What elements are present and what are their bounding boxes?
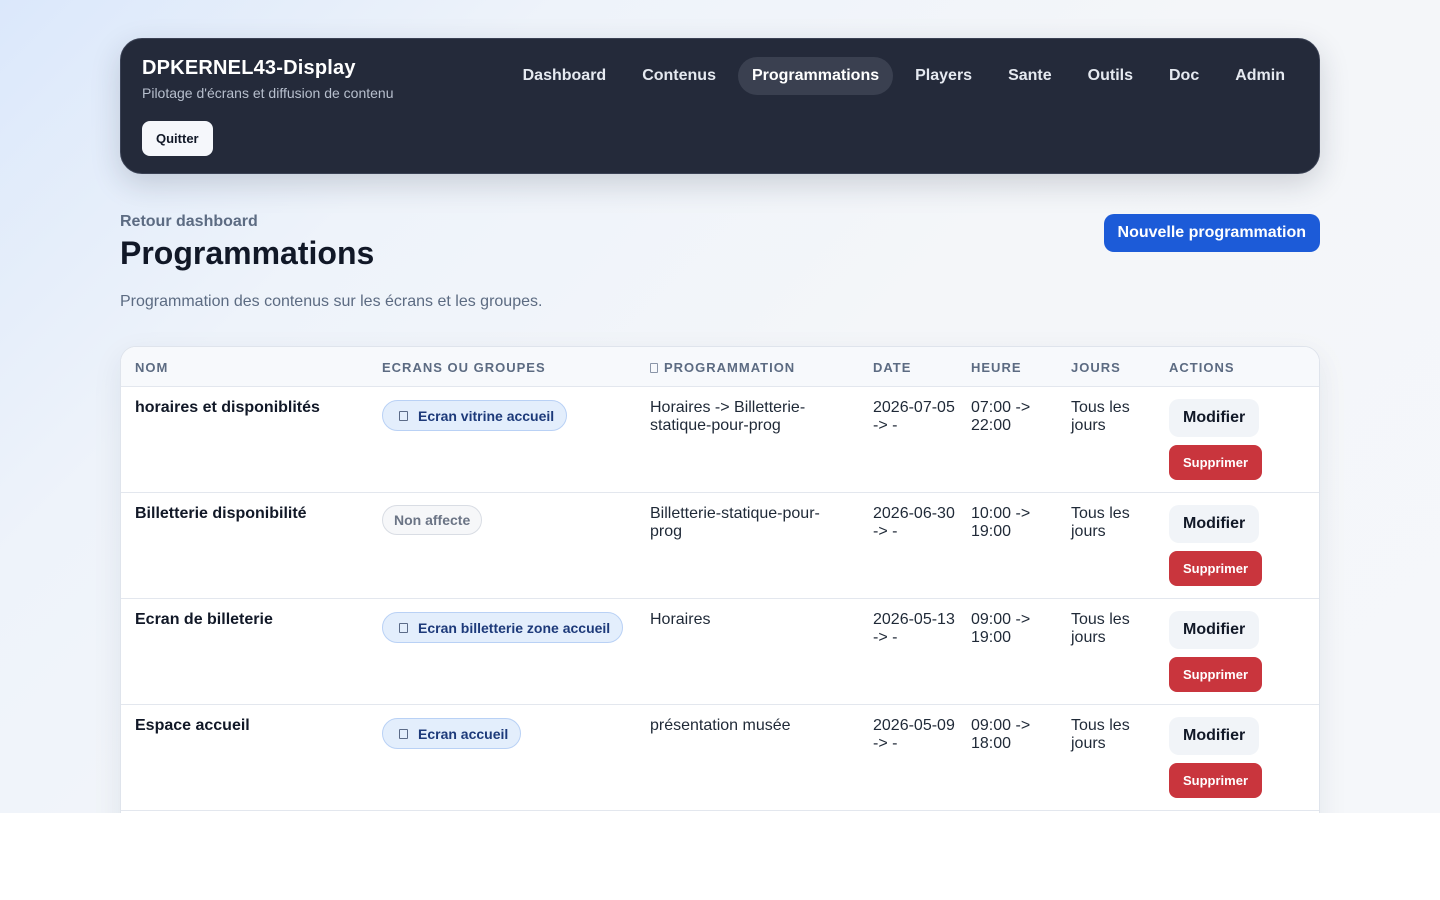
table-row: Billetterie disponibilité Non affecte Bi… [121, 493, 1319, 599]
date-cell: 2026-05-09 -> - [873, 717, 955, 752]
target-badge[interactable]: Ecran vitrine accueil [382, 400, 568, 431]
target-badge-unassigned: Non affecte [382, 505, 483, 535]
page-title: Programmations [120, 235, 375, 271]
table-row: Espace accueil Ecran accueil présentatio… [121, 705, 1319, 811]
nav-item-programmations[interactable]: Programmations [737, 57, 894, 95]
nav-item-doc[interactable]: Doc [1155, 57, 1213, 95]
days-cell: Tous les jours [1071, 717, 1130, 752]
modify-button[interactable]: Modifier [1169, 505, 1260, 543]
date-cell: 2026-07-05 -> - [873, 399, 955, 434]
table-header: NOM ECRANS OU GROUPES PROGRAMMATION DATE… [121, 347, 1319, 387]
column-header-actions: ACTIONS [1169, 360, 1235, 375]
nav-item-admin[interactable]: Admin [1221, 57, 1299, 95]
nav-item-sante[interactable]: Sante [994, 57, 1066, 95]
days-cell: Tous les jours [1071, 505, 1130, 540]
nav-item-outils[interactable]: Outils [1074, 57, 1147, 95]
delete-button[interactable]: Supprimer [1169, 657, 1263, 692]
schedule-name: Billetterie disponibilité [135, 505, 307, 522]
column-header-targets: ECRANS OU GROUPES [382, 360, 546, 375]
program-cell: Horaires -> Billetterie-statique-pour-pr… [650, 399, 806, 434]
table-row: Ecran de billeterie Ecran billetterie zo… [121, 599, 1319, 705]
brand-title: DPKERNEL43-Display [142, 57, 356, 79]
column-header-program-label: PROGRAMMATION [664, 360, 796, 375]
column-header-date: DATE [873, 360, 912, 375]
main-nav: Dashboard Contenus Programmations Player… [509, 57, 1299, 95]
page-description: Programmation des contenus sur les écran… [120, 293, 543, 310]
nav-item-dashboard[interactable]: Dashboard [509, 57, 621, 95]
top-navigation-bar: DPKERNEL43-Display Pilotage d'écrans et … [120, 38, 1320, 174]
days-cell: Tous les jours [1071, 611, 1130, 646]
target-label: Ecran accueil [418, 725, 509, 742]
delete-button[interactable]: Supprimer [1169, 551, 1263, 586]
target-label: Ecran billetterie zone accueil [418, 619, 611, 636]
time-cell: 09:00 -> 18:00 [971, 717, 1031, 752]
screen-icon [399, 410, 408, 421]
target-badge[interactable]: Ecran billetterie zone accueil [382, 612, 624, 643]
new-schedule-button[interactable]: Nouvelle programmation [1103, 214, 1320, 252]
schedules-table: NOM ECRANS OU GROUPES PROGRAMMATION DATE… [120, 346, 1320, 813]
modify-button[interactable]: Modifier [1169, 399, 1260, 437]
program-cell: présentation musée [650, 717, 791, 734]
table-row: horaires et disponiblités Ecran vitrine … [121, 387, 1319, 493]
delete-button[interactable]: Supprimer [1169, 763, 1263, 798]
schedule-name: horaires et disponiblités [135, 399, 320, 416]
delete-button[interactable]: Supprimer [1169, 445, 1263, 480]
date-cell: 2026-06-30 -> - [873, 505, 955, 540]
back-to-dashboard-link[interactable]: Retour dashboard [120, 213, 258, 231]
column-header-time: HEURE [971, 360, 1022, 375]
modify-button[interactable]: Modifier [1169, 611, 1260, 649]
nav-item-players[interactable]: Players [901, 57, 986, 95]
column-header-program: PROGRAMMATION [650, 360, 795, 375]
screen-icon [650, 363, 658, 373]
schedule-name: Ecran de billeterie [135, 611, 273, 628]
schedule-name: Espace accueil [135, 717, 250, 734]
target-label: Non affecte [394, 512, 471, 528]
program-cell: Horaires [650, 611, 711, 628]
days-cell: Tous les jours [1071, 399, 1130, 434]
quit-button[interactable]: Quitter [142, 121, 213, 156]
column-header-name: NOM [135, 360, 169, 375]
screen-icon [399, 622, 408, 633]
target-label: Ecran vitrine accueil [418, 407, 555, 424]
time-cell: 07:00 -> 22:00 [971, 399, 1031, 434]
time-cell: 09:00 -> 19:00 [971, 611, 1031, 646]
program-cell: Billetterie-statique-pour-prog [650, 505, 820, 540]
brand-subtitle: Pilotage d'écrans et diffusion de conten… [142, 85, 394, 101]
target-badge[interactable]: Ecran accueil [382, 718, 522, 749]
time-cell: 10:00 -> 19:00 [971, 505, 1031, 540]
date-cell: 2026-05-13 -> - [873, 611, 955, 646]
screen-icon [399, 728, 408, 739]
app-viewport: DPKERNEL43-Display Pilotage d'écrans et … [0, 0, 1440, 813]
nav-item-contenus[interactable]: Contenus [628, 57, 730, 95]
column-header-days: JOURS [1071, 360, 1121, 375]
modify-button[interactable]: Modifier [1169, 717, 1260, 755]
